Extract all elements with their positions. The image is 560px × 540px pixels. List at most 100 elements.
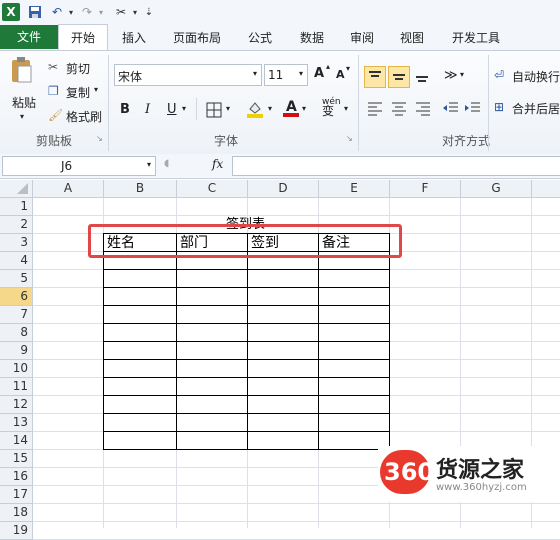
row-header[interactable]: 11 [0, 378, 33, 396]
phonetic-dropdown-icon[interactable]: ▾ [344, 104, 348, 113]
alignment-group-label: 对齐方式 [442, 134, 491, 148]
increase-indent-icon[interactable] [464, 100, 482, 116]
row-header[interactable]: 8 [0, 324, 33, 342]
column-header[interactable]: C [177, 180, 248, 198]
table-border-vertical [176, 233, 177, 450]
clipboard-group-label: 剪贴板 [36, 134, 73, 148]
align-right-icon[interactable] [414, 100, 432, 116]
tab-developer[interactable]: 开发工具 [446, 26, 506, 50]
align-bottom-button[interactable] [412, 66, 434, 88]
gridline-horizontal [33, 521, 560, 522]
tab-formulas[interactable]: 公式 [242, 26, 278, 50]
decrease-indent-icon[interactable] [442, 100, 460, 116]
customize-qat-icon[interactable]: ⇣ [140, 3, 158, 21]
table-border-vertical [318, 233, 319, 450]
fill-color-dropdown-icon[interactable]: ▾ [268, 104, 272, 113]
row-header[interactable]: 15 [0, 450, 33, 468]
column-header-partial[interactable] [532, 180, 560, 198]
row-header[interactable]: 17 [0, 486, 33, 504]
ribbon-separator [108, 55, 109, 151]
row-header[interactable]: 12 [0, 396, 33, 414]
align-center-icon[interactable] [390, 100, 408, 116]
row-header[interactable]: 16 [0, 468, 33, 486]
wrap-text-button[interactable]: 自动换行 [512, 68, 560, 85]
fill-color-icon[interactable] [246, 100, 264, 118]
align-top-button[interactable] [364, 66, 386, 88]
align-middle-button[interactable] [388, 66, 410, 88]
watermark-logo: 360 [384, 458, 435, 486]
table-border-vertical [247, 233, 248, 450]
phonetic-guide-button[interactable]: wén 变 [322, 98, 341, 118]
font-size-box[interactable]: 11 ▾ [264, 64, 308, 86]
name-box-value: J6 [61, 159, 73, 173]
formula-input[interactable] [232, 156, 560, 176]
quick-access-toolbar: X ↶ ▾ ↷ ▾ ✂ ▾ ⇣ [0, 0, 560, 25]
merge-center-button[interactable]: 合并后居 [512, 100, 560, 117]
formula-bar-grip: ◖ [164, 158, 170, 169]
row-header[interactable]: 9 [0, 342, 33, 360]
tab-page-layout[interactable]: 页面布局 [168, 26, 226, 50]
insert-function-button[interactable]: fx [212, 157, 223, 171]
tab-review[interactable]: 审阅 [344, 26, 380, 50]
column-header[interactable]: B [104, 180, 177, 198]
row-header[interactable]: 7 [0, 306, 33, 324]
font-color-icon[interactable]: A [282, 98, 300, 118]
underline-button[interactable]: U [167, 102, 177, 117]
column-header[interactable]: G [461, 180, 532, 198]
clipboard-launcher-icon[interactable]: ↘ [96, 134, 103, 143]
font-name-dropdown-icon[interactable]: ▾ [253, 69, 257, 78]
font-name-box[interactable]: 宋体 ▾ [114, 64, 262, 86]
row-header[interactable]: 2 [0, 216, 33, 234]
name-box-dropdown-icon[interactable]: ▾ [147, 160, 151, 169]
shrink-font-button[interactable]: A [336, 68, 345, 81]
ribbon-separator [488, 55, 489, 151]
row-header[interactable]: 6 [0, 288, 33, 306]
column-header[interactable]: A [33, 180, 104, 198]
row-header[interactable]: 19 [0, 522, 33, 540]
row-header[interactable]: 5 [0, 270, 33, 288]
font-color-dropdown-icon[interactable]: ▾ [302, 104, 306, 113]
format-painter-icon: 🖌 [48, 108, 64, 122]
excel-icon[interactable]: X [2, 3, 20, 21]
cut-button[interactable]: 剪切 [66, 60, 90, 77]
tab-view[interactable]: 视图 [394, 26, 430, 50]
bold-button[interactable]: B [120, 102, 130, 117]
column-header[interactable]: F [390, 180, 461, 198]
copy-button[interactable]: 复制 [66, 84, 90, 101]
column-header[interactable]: E [319, 180, 390, 198]
tab-file[interactable]: 文件 [0, 25, 58, 49]
cut-icon: ✂ [48, 60, 59, 74]
tab-insert[interactable]: 插入 [116, 26, 152, 50]
paste-dropdown-icon[interactable]: ▾ [20, 112, 24, 121]
tab-data[interactable]: 数据 [294, 26, 330, 50]
tab-home[interactable]: 开始 [58, 24, 108, 50]
table-border-vertical [103, 233, 104, 450]
underline-dropdown-icon[interactable]: ▾ [182, 104, 186, 113]
italic-button[interactable]: I [145, 102, 150, 117]
redo-dropdown-icon[interactable]: ▾ [92, 3, 110, 21]
font-size-dropdown-icon[interactable]: ▾ [299, 69, 303, 78]
row-header[interactable]: 3 [0, 234, 33, 252]
copy-dropdown-icon[interactable]: ▾ [94, 85, 98, 94]
borders-icon[interactable] [206, 102, 222, 118]
orientation-dropdown-icon[interactable]: ▾ [460, 70, 464, 79]
watermark-url: www.360hyzj.com [436, 482, 527, 493]
align-left-icon[interactable] [366, 100, 384, 116]
font-launcher-icon[interactable]: ↘ [346, 134, 353, 143]
row-header[interactable]: 1 [0, 198, 33, 216]
orientation-icon[interactable]: ≫ [444, 68, 458, 83]
column-header[interactable]: D [248, 180, 319, 198]
save-icon[interactable] [26, 3, 44, 21]
row-header[interactable]: 4 [0, 252, 33, 270]
name-box[interactable]: J6 ▾ [2, 156, 156, 176]
row-header[interactable]: 13 [0, 414, 33, 432]
row-header[interactable]: 14 [0, 432, 33, 450]
row-header[interactable]: 18 [0, 504, 33, 522]
paste-button[interactable]: 粘贴 [12, 94, 36, 111]
grow-font-button[interactable]: A [314, 66, 324, 81]
borders-dropdown-icon[interactable]: ▾ [226, 104, 230, 113]
select-all-corner[interactable] [0, 180, 33, 198]
row-header[interactable]: 10 [0, 360, 33, 378]
paste-icon[interactable] [10, 56, 34, 86]
format-painter-button[interactable]: 格式刷 [66, 108, 102, 125]
